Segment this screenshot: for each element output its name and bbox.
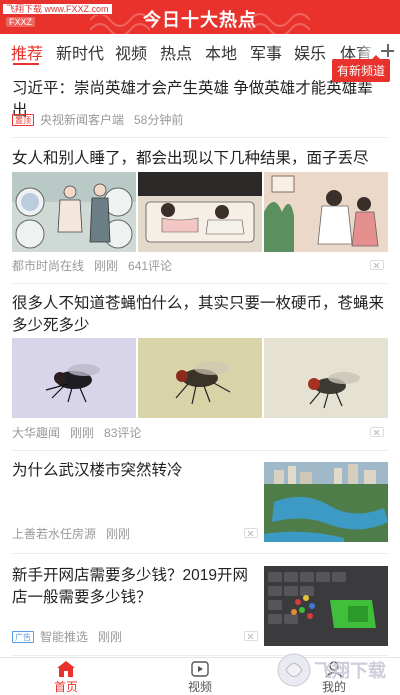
video-icon — [191, 661, 209, 677]
news-item[interactable]: 很多人不知道苍蝇怕什么，其实只要一枚硬币，苍蝇来多少死多少 — [12, 293, 388, 337]
article-title: 为什么武汉楼市突然转冷 — [12, 462, 183, 479]
fly-image-3[interactable] — [264, 338, 388, 418]
article-title: 新手开网店需要多少钱？2019开网店一般需要多少钱？ — [12, 567, 248, 606]
active-tab-indicator — [13, 63, 39, 65]
app-header: 今日十大热点 飞翔下载 www.FXXZ.com FXXZ — [0, 0, 400, 34]
article-meta: 广告 智能推选 刚刚 — [12, 628, 132, 645]
dislike-icon[interactable] — [370, 260, 384, 270]
illustration-image-3[interactable] — [264, 172, 388, 252]
article-meta: 上善若水任房源 刚刚 — [12, 525, 140, 542]
watermark-logo: FXXZ — [6, 17, 36, 27]
watermark-text: 飞翔下载 — [314, 660, 386, 681]
news-item[interactable]: 新手开网店需要多少钱？2019开网店一般需要多少钱？ 广告 智能推选 刚刚 — [12, 565, 258, 644]
fly-image-1[interactable] — [12, 338, 136, 418]
article-source: 大华趣闻 — [12, 426, 61, 440]
dislike-icon[interactable] — [370, 427, 384, 437]
divider — [12, 553, 388, 554]
article-title: 很多人不知道苍蝇怕什么，其实只要一枚硬币，苍蝇来多少死多少 — [12, 295, 385, 334]
tab-entertainment[interactable]: 娱乐 — [294, 40, 326, 64]
tab-video[interactable]: 视频 — [115, 40, 147, 64]
comment-count: 641评论 — [128, 259, 173, 273]
article-time: 刚刚 — [94, 259, 119, 273]
article-meta: 大华趣闻 刚刚 83评论 — [12, 424, 151, 441]
tab-new-era[interactable]: 新时代 — [56, 40, 104, 64]
article-time: 刚刚 — [70, 426, 95, 440]
news-item[interactable]: 为什么武汉楼市突然转冷 上善若水任房源 刚刚 — [12, 460, 258, 541]
fly-image-2[interactable] — [138, 338, 262, 418]
tab-hot[interactable]: 热点 — [160, 40, 192, 64]
divider — [12, 137, 388, 138]
divider — [12, 450, 388, 451]
nav-label: 视频 — [187, 680, 212, 694]
tab-military[interactable]: 军事 — [250, 40, 282, 64]
dislike-icon[interactable] — [244, 631, 258, 641]
pinned-badge: 置顶 — [12, 114, 34, 126]
nav-home[interactable]: 首页 — [36, 660, 96, 695]
illustration-image-2[interactable] — [138, 172, 262, 252]
article-title: 女人和别人睡了，都会出现以下几种结果，面子丢尽 — [12, 150, 369, 167]
article-source: 央视新闻客户端 — [40, 113, 125, 127]
article-time: 刚刚 — [98, 630, 123, 644]
illustration-image-1[interactable] — [12, 172, 136, 252]
keyboard-image[interactable] — [264, 566, 388, 646]
city-aerial-image[interactable] — [264, 462, 388, 542]
article-time: 58分钟前 — [134, 113, 184, 127]
article-source: 都市时尚在线 — [12, 259, 85, 273]
divider — [12, 283, 388, 284]
new-channel-tooltip[interactable]: 有新频道 — [331, 55, 390, 82]
ad-badge: 广告 — [12, 631, 34, 643]
article-source: 上善若水任房源 — [12, 527, 97, 541]
nav-label: 首页 — [53, 680, 78, 694]
dislike-icon[interactable] — [244, 528, 258, 538]
watermark-site: 飞翔下载 www.FXXZ.com — [2, 3, 113, 15]
article-meta: 都市时尚在线 刚刚 641评论 — [12, 257, 182, 274]
article-meta: 置顶 央视新闻客户端 58分钟前 — [12, 111, 193, 128]
home-icon — [57, 661, 75, 677]
article-time: 刚刚 — [106, 527, 131, 541]
article-source: 智能推选 — [40, 630, 89, 644]
news-item[interactable]: 女人和别人睡了，都会出现以下几种结果，面子丢尽 — [12, 148, 388, 170]
tab-local[interactable]: 本地 — [205, 40, 237, 64]
nav-video[interactable]: 视频 — [170, 660, 230, 695]
tab-recommend[interactable]: 推荐 — [11, 40, 43, 64]
site-watermark-logo: 飞翔下载 — [277, 653, 386, 687]
comment-count: 83评论 — [104, 426, 142, 440]
news-item[interactable]: 习近平：崇尚英雄才会产生英雄 争做英雄才能英雄辈出 置顶 央视新闻客户端 58分钟前 — [12, 78, 388, 127]
